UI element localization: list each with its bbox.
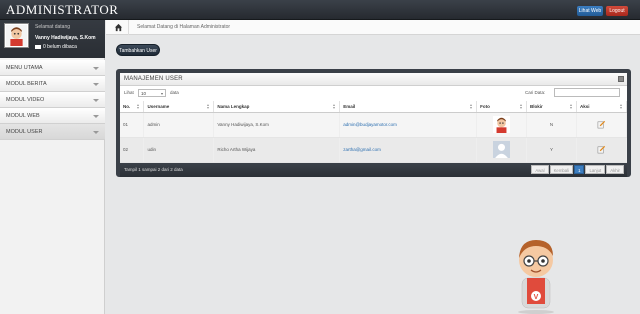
panel-title: MANAJEMEN USER (124, 76, 183, 82)
edit-icon[interactable] (597, 145, 606, 154)
collapse-icon[interactable] (618, 76, 624, 82)
sidebar-item-modul-web[interactable]: MODUL WEB (0, 108, 105, 124)
email-link[interactable]: admin@budjayamotor.com (343, 122, 397, 127)
add-user-button[interactable]: Tambahkan User (116, 44, 160, 56)
user-table: No. Username Nama Lengkap Email Foto Blo… (120, 101, 628, 163)
panel-header: MANAJEMEN USER (120, 73, 627, 86)
brand-title: ADMINISTRATOR (6, 2, 119, 17)
cell-email: zartha@gmail.com (339, 137, 478, 163)
cell-foto (476, 137, 528, 163)
cell-aksi (576, 112, 628, 138)
page-last-button[interactable]: Akhir (606, 165, 624, 174)
email-link[interactable]: zartha@gmail.com (343, 147, 381, 152)
view-web-button[interactable]: Lihat Web (577, 6, 603, 16)
search-label: Cari Data: (525, 90, 546, 95)
cell-nama: Richo Artha Wijaya (213, 137, 341, 163)
page-prev-button[interactable]: Kembali (549, 165, 574, 174)
sidebar-item-modul-berita[interactable]: MODUL BERITA (0, 76, 105, 92)
col-header-blokir[interactable]: Blokir (526, 101, 577, 113)
cell-email: admin@budjayamotor.com (339, 112, 478, 138)
cell-nama: Vanny Hadiwijaya, S.Kom (213, 112, 341, 138)
chevron-down-icon (93, 131, 99, 134)
user-photo-placeholder (493, 141, 511, 158)
cell-no: 02 (120, 137, 145, 163)
table-controls: Lihat 10 data Cari Data: (120, 87, 627, 99)
cell-no: 01 (120, 112, 145, 138)
pagination: Awal Kembali 1 Lanjut Akhir (531, 165, 624, 174)
sidebar-item-label: MODUL WEB (6, 113, 40, 119)
search-input[interactable] (554, 88, 620, 97)
sidebar-item-modul-user[interactable]: MODUL USER (0, 124, 105, 140)
sort-icon (137, 104, 140, 109)
welcome-text: Selamat datang (35, 24, 71, 30)
col-header-email[interactable]: Email (339, 101, 478, 113)
col-header-aksi[interactable]: Aksi (576, 101, 628, 113)
unread-label: 0 belum dibaca (43, 44, 77, 50)
user-photo (493, 116, 511, 133)
breadcrumb: Selamat Datang di Halaman Administrator (106, 20, 640, 35)
sidebar-menu: MENU UTAMA MODUL BERITA MODUL VIDEO MODU… (0, 60, 105, 140)
breadcrumb-text: Selamat Datang di Halaman Administrator (137, 24, 231, 30)
show-label: Lihat (124, 90, 134, 95)
cell-username: udin (143, 137, 215, 163)
col-header-username[interactable]: Username (143, 101, 215, 113)
user-management-panel: MANAJEMEN USER Lihat 10 data Cari Data: … (116, 69, 631, 177)
table-row: 02 udin Richo Artha Wijaya zartha@gmail.… (120, 137, 628, 163)
chevron-down-icon (93, 83, 99, 86)
cell-foto (476, 112, 528, 138)
page-next-button[interactable]: Lanjut (585, 165, 606, 174)
col-header-no[interactable]: No. (120, 101, 145, 113)
sort-icon (470, 104, 473, 109)
svg-text:V: V (534, 294, 539, 301)
top-bar: ADMINISTRATOR Lihat Web Logout (0, 0, 640, 20)
sidebar: Selamat datang Vanny Hadiwijaya, S.Kom 0… (0, 20, 105, 314)
table-footer: Tampil 1 sampai 2 dari 2 data Awal Kemba… (120, 163, 627, 177)
profile-panel: Selamat datang Vanny Hadiwijaya, S.Kom 0… (0, 20, 105, 58)
pagination-info: Tampil 1 sampai 2 dari 2 data (124, 167, 183, 172)
page-1-button[interactable]: 1 (574, 165, 585, 174)
sort-icon (569, 104, 573, 109)
col-header-nama[interactable]: Nama Lengkap (213, 101, 341, 113)
sort-icon (333, 104, 336, 109)
cell-aksi (576, 137, 628, 163)
page-first-button[interactable]: Awal (531, 165, 549, 174)
edit-icon[interactable] (597, 120, 606, 129)
chevron-down-icon (93, 99, 99, 102)
sort-icon (620, 104, 623, 109)
sidebar-item-label: MODUL USER (6, 129, 43, 135)
cell-blokir: Y (526, 137, 577, 163)
cell-username: admin (143, 112, 215, 138)
col-header-foto[interactable]: Foto (476, 101, 528, 113)
sidebar-item-label: MENU UTAMA (6, 65, 43, 71)
user-name: Vanny Hadiwijaya, S.Kom (35, 35, 96, 41)
cell-blokir: N (526, 112, 577, 138)
chevron-down-icon (161, 93, 163, 95)
sidebar-item-label: MODUL VIDEO (6, 97, 45, 103)
sort-icon (520, 104, 523, 109)
sidebar-item-modul-video[interactable]: MODUL VIDEO (0, 92, 105, 108)
chevron-down-icon (93, 115, 99, 118)
table-row: 01 admin Vanny Hadiwijaya, S.Kom admin@b… (120, 112, 628, 138)
mascot-illustration: V (518, 240, 554, 314)
sort-icon (207, 104, 210, 109)
avatar (4, 23, 29, 48)
sidebar-item-label: MODUL BERITA (6, 81, 47, 87)
page-size-value: 10 (141, 91, 147, 96)
page-size-select[interactable]: 10 (138, 89, 166, 97)
home-icon[interactable] (114, 23, 123, 32)
breadcrumb-divider (128, 20, 129, 35)
chevron-down-icon (93, 67, 99, 70)
logout-button[interactable]: Logout (606, 6, 628, 16)
unread-messages[interactable]: 0 belum dibaca (35, 44, 77, 50)
mail-icon (35, 45, 41, 49)
sidebar-item-menu-utama[interactable]: MENU UTAMA (0, 60, 105, 76)
show-suffix: data (170, 90, 179, 95)
